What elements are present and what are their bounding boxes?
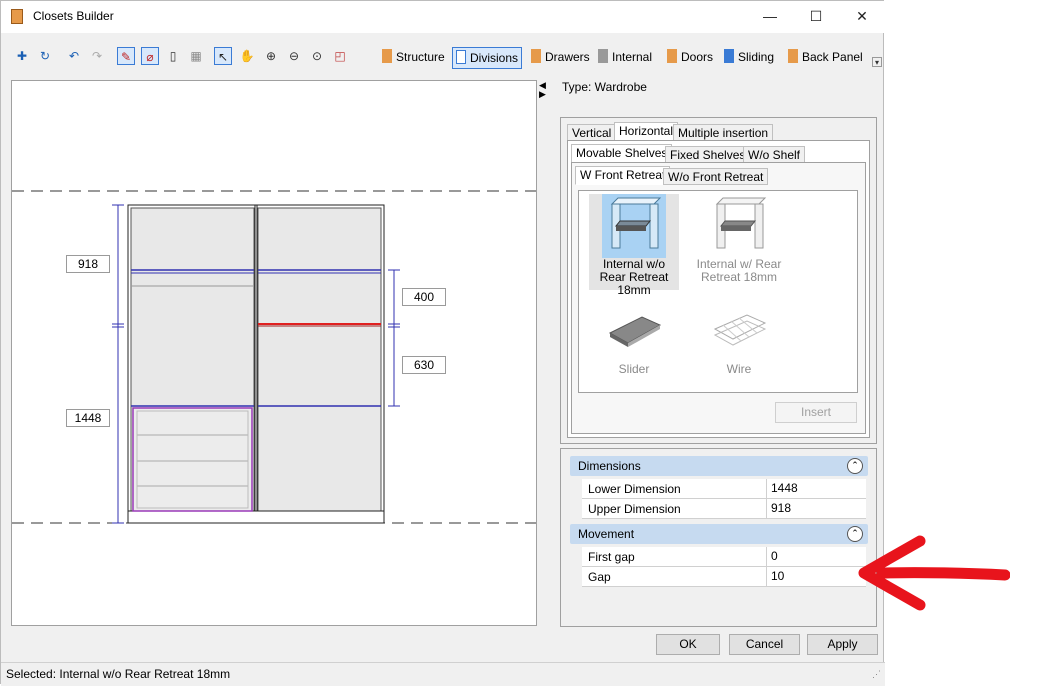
table-icon[interactable]: ▦ bbox=[187, 47, 205, 65]
refresh-icon[interactable]: ↻ bbox=[36, 47, 54, 65]
property-first-gap: First gap 0 bbox=[582, 547, 866, 567]
structure-icon bbox=[382, 49, 392, 63]
zoom-icon[interactable]: ⊙ bbox=[308, 47, 326, 65]
shelf-gallery: Internal w/o Rear Retreat 18mm Internal … bbox=[578, 190, 858, 393]
dimension-label-lower: 1448 bbox=[66, 409, 110, 427]
back-panel-icon bbox=[788, 49, 798, 63]
page-icon[interactable]: ▯ bbox=[164, 47, 182, 65]
tab-internal[interactable]: Internal bbox=[598, 47, 652, 67]
door-icon bbox=[667, 49, 677, 63]
zoom-in-icon[interactable]: ⊕ bbox=[262, 47, 280, 65]
apply-button[interactable]: Apply bbox=[807, 634, 878, 655]
zoom-out-icon[interactable]: ⊖ bbox=[285, 47, 303, 65]
tab-vertical[interactable]: Vertical bbox=[567, 124, 617, 141]
wire-shelf-icon bbox=[713, 314, 767, 346]
tab-fixed-shelves[interactable]: Fixed Shelves bbox=[665, 146, 751, 163]
internal-icon bbox=[598, 49, 608, 63]
upper-dimension-value[interactable]: 918 bbox=[766, 499, 871, 518]
annotation-arrow bbox=[858, 535, 1010, 611]
ok-button[interactable]: OK bbox=[656, 634, 720, 655]
status-text: Selected: Internal w/o Rear Retreat 18mm bbox=[6, 667, 231, 681]
gallery-item-wire[interactable]: Wire bbox=[694, 303, 784, 383]
tab-divisions[interactable]: Divisions bbox=[452, 47, 523, 69]
status-bar: Selected: Internal w/o Rear Retreat 18mm… bbox=[1, 662, 885, 686]
undo-icon[interactable]: ↶ bbox=[65, 47, 83, 65]
sliding-icon bbox=[724, 49, 734, 63]
gallery-item-internal-wo-rear[interactable]: Internal w/o Rear Retreat 18mm bbox=[589, 194, 679, 297]
cancel-button[interactable]: Cancel bbox=[729, 634, 800, 655]
redo-icon[interactable]: ↷ bbox=[88, 47, 106, 65]
select-tool-icon[interactable]: ✎ bbox=[117, 47, 135, 65]
panel-collapse-arrows-icon[interactable]: ◀ ▶ bbox=[539, 81, 546, 99]
maximize-button[interactable]: ☐ bbox=[793, 1, 839, 33]
close-button[interactable]: ✕ bbox=[839, 1, 885, 33]
toolbar-overflow-icon[interactable]: ▾ bbox=[872, 57, 882, 67]
window-title: Closets Builder bbox=[33, 9, 114, 23]
shelf-rear-retreat-icon bbox=[715, 197, 767, 249]
tab-sliding[interactable]: Sliding bbox=[724, 47, 774, 67]
tab-structure[interactable]: Structure bbox=[382, 47, 445, 67]
pan-icon[interactable]: ✋ bbox=[238, 47, 256, 65]
slider-shelf-icon bbox=[608, 316, 662, 347]
property-lower-dimension: Lower Dimension 1448 bbox=[582, 479, 866, 499]
dimension-label-right-lower: 630 bbox=[402, 356, 446, 374]
zoom-extents-icon[interactable]: ◰ bbox=[331, 47, 349, 65]
drawing-canvas[interactable]: 918 1448 400 630 bbox=[11, 80, 537, 626]
minimize-button[interactable]: — bbox=[747, 1, 793, 33]
gallery-item-internal-w-rear[interactable]: Internal w/ Rear Retreat 18mm bbox=[694, 194, 784, 290]
tab-movable-shelves[interactable]: Movable Shelves bbox=[571, 144, 673, 163]
shelf-selected-icon bbox=[602, 194, 666, 258]
dimension-label-right-upper: 400 bbox=[402, 288, 446, 306]
tab-drawers[interactable]: Drawers bbox=[531, 47, 590, 67]
tab-back-panel[interactable]: Back Panel bbox=[788, 47, 863, 67]
pointer-icon[interactable]: ↖ bbox=[214, 47, 232, 65]
app-icon bbox=[11, 9, 23, 24]
grid-icon bbox=[456, 50, 466, 64]
insert-button[interactable]: Insert bbox=[775, 402, 857, 423]
tab-without-shelf[interactable]: W/o Shelf bbox=[743, 146, 806, 163]
gallery-item-slider[interactable]: Slider bbox=[589, 303, 679, 383]
type-label: Type: Wardrobe bbox=[562, 80, 647, 94]
drawer-icon bbox=[531, 49, 541, 63]
lower-dimension-value[interactable]: 1448 bbox=[766, 479, 871, 498]
title-bar: Closets Builder — ☐ ✕ bbox=[1, 1, 885, 33]
measure-tool-icon[interactable]: ⌀ bbox=[141, 47, 159, 65]
property-gap: Gap 10 bbox=[582, 567, 866, 587]
toolbar: ✚ ↻ ↶ ↷ ✎ ⌀ ▯ ▦ ↖ ✋ ⊕ ⊖ ⊙ ◰ Structure Di… bbox=[1, 45, 885, 71]
tab-multiple-insertion[interactable]: Multiple insertion bbox=[673, 124, 774, 141]
tab-doors[interactable]: Doors bbox=[667, 47, 713, 67]
wardrobe-drawing bbox=[12, 190, 536, 524]
dimensions-section-header[interactable]: Dimensions ⌃ bbox=[570, 456, 868, 476]
tab-horizontal[interactable]: Horizontal bbox=[614, 122, 679, 141]
new-icon[interactable]: ✚ bbox=[13, 47, 31, 65]
dimension-label-upper: 918 bbox=[66, 255, 110, 273]
collapse-icon[interactable]: ⌃ bbox=[847, 458, 863, 474]
resize-grip-icon[interactable]: ⋰ bbox=[872, 669, 881, 680]
movement-section-header[interactable]: Movement ⌃ bbox=[570, 524, 868, 544]
tab-wo-front-retreat[interactable]: W/o Front Retreat bbox=[663, 168, 769, 185]
property-upper-dimension: Upper Dimension 918 bbox=[582, 499, 866, 519]
closets-builder-window: Closets Builder — ☐ ✕ ✚ ↻ ↶ ↷ ✎ ⌀ ▯ ▦ ↖ … bbox=[0, 0, 885, 686]
tab-w-front-retreat[interactable]: W Front Retreat bbox=[575, 166, 671, 185]
